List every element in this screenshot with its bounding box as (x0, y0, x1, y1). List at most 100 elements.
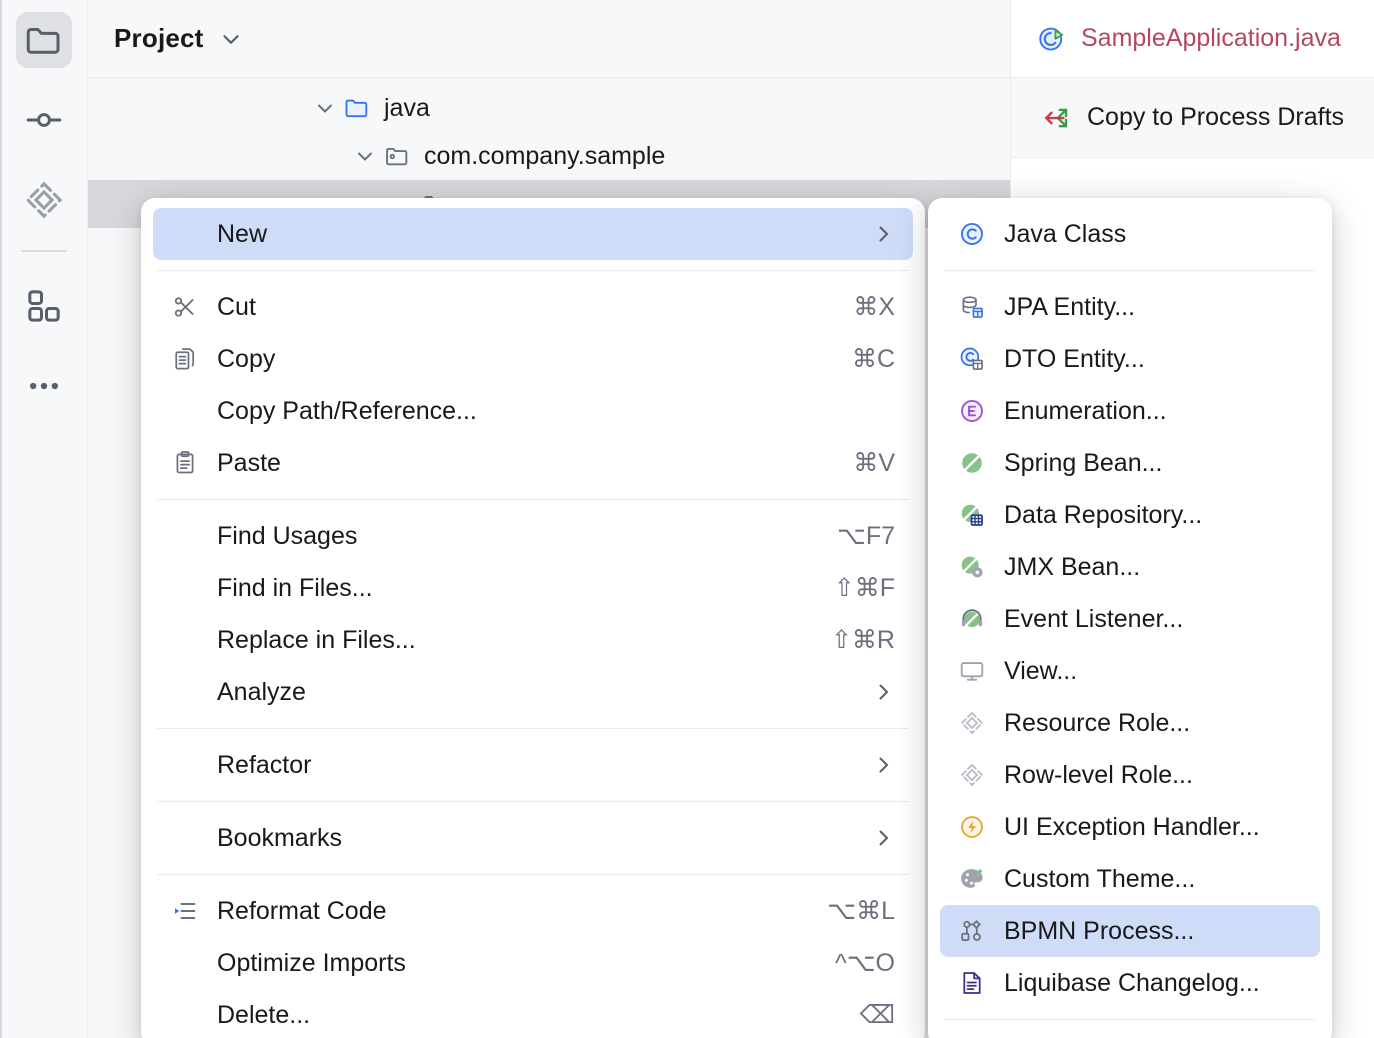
project-panel-header[interactable]: Project (88, 0, 1010, 78)
ide-window: Project java (0, 0, 1374, 1038)
submenu-item-java-class[interactable]: Java Class (940, 208, 1320, 260)
submenu-item-label: Spring Bean... (1004, 449, 1162, 478)
submenu-item-event-listener[interactable]: Event Listener... (940, 593, 1320, 645)
menu-separator (157, 801, 909, 802)
activity-item-more[interactable] (16, 358, 72, 414)
activity-item-commit[interactable] (16, 92, 72, 148)
submenu-item-jpa-entity[interactable]: JPA Entity... (940, 281, 1320, 333)
submenu-item-resource-role[interactable]: Resource Role... (940, 697, 1320, 749)
submenu-item-label: BPMN Process... (1004, 917, 1194, 946)
menu-item-label: Find Usages (217, 522, 357, 551)
copy-arrows-icon (1041, 103, 1071, 133)
menu-item-reformat-code[interactable]: Reformat Code ⌥⌘L (153, 885, 913, 937)
dto-entity-icon (958, 345, 1004, 373)
menu-item-label: Paste (217, 449, 281, 478)
view-screen-icon (958, 657, 1004, 685)
editor-tab-sampleapplication[interactable]: SampleApplication.java (1037, 24, 1341, 54)
menu-item-paste[interactable]: Paste ⌘V (153, 437, 913, 489)
submenu-item-enumeration[interactable]: Enumeration... (940, 385, 1320, 437)
activity-item-plugins[interactable] (16, 278, 72, 334)
tree-label: java (384, 94, 430, 123)
menu-item-find-usages[interactable]: Find Usages ⌥F7 (153, 510, 913, 562)
scissors-icon (171, 293, 217, 321)
row-level-role-icon (958, 761, 1004, 789)
submenu-item-label: Row-level Role... (1004, 761, 1193, 790)
menu-item-copy-path-reference[interactable]: Copy Path/Reference... (153, 385, 913, 437)
page-title: Project (114, 23, 204, 54)
menu-item-shortcut: ⇧⌘F (834, 573, 895, 603)
menu-separator (157, 728, 909, 729)
menu-item-label: Refactor (217, 751, 311, 780)
chevron-down-icon[interactable] (218, 26, 244, 52)
bpmn-process-icon (958, 917, 1004, 945)
diamond-layers-icon (22, 178, 66, 222)
jpa-entity-icon (958, 293, 1004, 321)
menu-item-copy[interactable]: Copy ⌘C (153, 333, 913, 385)
tree-row-java[interactable]: java (88, 84, 1010, 132)
editor-toolbar[interactable]: Copy to Process Drafts (1011, 78, 1374, 158)
submenu-item-label: Java Class (1004, 220, 1126, 249)
clipboard-icon (171, 449, 217, 477)
editor-tab-bar: SampleApplication.java (1011, 0, 1374, 78)
menu-item-label: Delete... (217, 1001, 310, 1030)
chevron-down-icon[interactable] (310, 96, 340, 120)
chevron-right-icon (871, 753, 895, 777)
submenu-item-row-level-role[interactable]: Row-level Role... (940, 749, 1320, 801)
tab-label: SampleApplication.java (1081, 24, 1341, 53)
activity-item-entities[interactable] (16, 172, 72, 228)
menu-separator (157, 499, 909, 500)
activity-divider (21, 250, 67, 252)
reformat-code-icon (171, 897, 217, 925)
menu-item-shortcut: ⌘C (852, 344, 895, 374)
menu-item-label: Replace in Files... (217, 626, 416, 655)
menu-item-replace-in-files[interactable]: Replace in Files... ⇧⌘R (153, 614, 913, 666)
menu-item-label: Bookmarks (217, 824, 342, 853)
submenu-item-jmx-bean[interactable]: JMX Bean... (940, 541, 1320, 593)
menu-item-cut[interactable]: Cut ⌘X (153, 281, 913, 333)
event-listener-icon (958, 605, 1004, 633)
submenu-item-spring-bean[interactable]: Spring Bean... (940, 437, 1320, 489)
submenu-item-data-repository[interactable]: Data Repository... (940, 489, 1320, 541)
menu-item-new[interactable]: New (153, 208, 913, 260)
submenu-item-custom-theme[interactable]: Custom Theme... (940, 853, 1320, 905)
menu-separator (944, 1019, 1316, 1020)
submenu-item-bpmn-process[interactable]: BPMN Process... (940, 905, 1320, 957)
tree-row-package[interactable]: com.company.sample (88, 132, 1010, 180)
spring-boot-run-icon (1037, 24, 1067, 54)
folder-blue-icon (340, 94, 374, 122)
activity-item-project[interactable] (16, 12, 72, 68)
java-class-icon (958, 220, 1004, 248)
chevron-right-icon (871, 222, 895, 246)
menu-item-label: Copy (217, 345, 275, 374)
activity-bar (0, 0, 88, 1038)
submenu-item-dto-entity[interactable]: DTO Entity... (940, 333, 1320, 385)
submenu-item-label: DTO Entity... (1004, 345, 1145, 374)
new-submenu: Java Class JPA Entity... (928, 198, 1332, 1038)
menu-item-label: Find in Files... (217, 574, 373, 603)
menu-item-shortcut: ⌥⌘L (827, 896, 895, 926)
submenu-item-label: Enumeration... (1004, 397, 1167, 426)
submenu-item-ui-exception-handler[interactable]: UI Exception Handler... (940, 801, 1320, 853)
submenu-item-view[interactable]: View... (940, 645, 1320, 697)
spring-bean-icon (958, 449, 1004, 477)
jmx-bean-icon (958, 553, 1004, 581)
menu-item-shortcut: ^⌥O (835, 948, 895, 978)
menu-item-delete[interactable]: Delete... ⌫ (153, 989, 913, 1038)
menu-separator (157, 874, 909, 875)
chevron-down-icon[interactable] (350, 144, 380, 168)
more-dots-icon (24, 366, 64, 406)
menu-item-bookmarks[interactable]: Bookmarks (153, 812, 913, 864)
submenu-item-label: Event Listener... (1004, 605, 1183, 634)
menu-item-refactor[interactable]: Refactor (153, 739, 913, 791)
context-menu: New Cut ⌘X (141, 198, 925, 1038)
menu-item-optimize-imports[interactable]: Optimize Imports ^⌥O (153, 937, 913, 989)
menu-item-analyze[interactable]: Analyze (153, 666, 913, 718)
menu-item-find-in-files[interactable]: Find in Files... ⇧⌘F (153, 562, 913, 614)
submenu-item-label: Data Repository... (1004, 501, 1202, 530)
menu-item-label: Reformat Code (217, 897, 387, 926)
submenu-item-liquibase-changelog[interactable]: Liquibase Changelog... (940, 957, 1320, 1009)
custom-theme-icon (958, 865, 1004, 893)
copy-pages-icon (171, 345, 217, 373)
chevron-right-icon (871, 680, 895, 704)
menu-item-label: Copy Path/Reference... (217, 397, 477, 426)
